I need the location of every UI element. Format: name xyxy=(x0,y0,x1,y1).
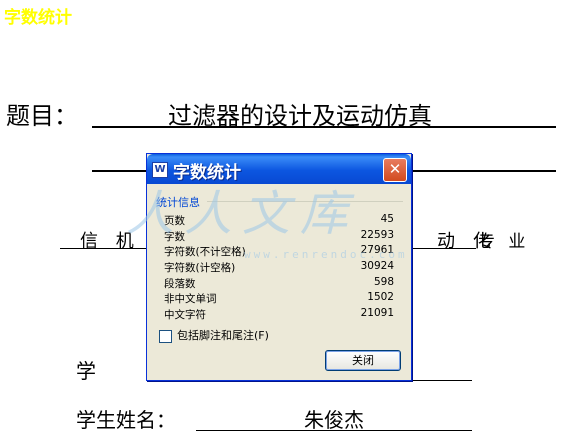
close-icon[interactable]: ✕ xyxy=(383,158,407,182)
stat-row-words: 字数 22593 xyxy=(164,229,394,245)
stat-value: 30924 xyxy=(360,260,394,273)
dialog-title: 字数统计 xyxy=(173,163,241,183)
stat-label: 字符数(计空格) xyxy=(164,262,236,275)
thesis-title-label: 题目： xyxy=(6,102,78,130)
group-divider xyxy=(207,201,403,202)
stat-label: 字符数(不计空格) xyxy=(164,246,246,259)
stat-row-chars-no-spaces: 字符数(不计空格) 27961 xyxy=(164,244,394,260)
stat-value: 21091 xyxy=(360,307,394,320)
stat-value: 598 xyxy=(373,275,394,288)
statistics-list: 页数 45 字数 22593 字符数(不计空格) 27961 字符数(计空格) … xyxy=(164,213,394,323)
stat-value: 27961 xyxy=(360,244,394,257)
stat-row-pages: 页数 45 xyxy=(164,213,394,229)
dialog-titlebar[interactable]: W 字数统计 ✕ xyxy=(147,154,411,184)
stat-label: 页数 xyxy=(164,215,185,227)
title-underline xyxy=(92,126,556,128)
word-app-icon: W xyxy=(152,162,168,178)
stat-value: 22593 xyxy=(360,228,394,241)
student-name-value: 朱俊杰 xyxy=(304,408,364,432)
stat-row-paragraphs: 段落数 598 xyxy=(164,276,394,292)
word-count-dialog: W 字数统计 ✕ 统计信息 页数 45 字数 22593 字符数(不计空格) 2… xyxy=(146,153,412,381)
include-footnotes-label: 包括脚注和尾注(F) xyxy=(177,329,269,342)
stat-label: 字数 xyxy=(164,230,185,243)
student-underline xyxy=(410,380,472,381)
name-underline xyxy=(196,430,472,431)
student-name-label: 学生姓名： xyxy=(76,408,176,432)
stat-label: 非中文单词 xyxy=(164,293,217,306)
stat-row-chars-with-spaces: 字符数(计空格) 30924 xyxy=(164,260,394,276)
major-text-left: 信 机 xyxy=(80,231,140,252)
stat-value: 45 xyxy=(380,213,394,225)
include-footnotes-option[interactable]: 包括脚注和尾注(F) xyxy=(159,327,269,343)
stat-row-chinese-chars: 中文字符 21091 xyxy=(164,307,394,323)
document-top-title: 字数统计 xyxy=(4,8,72,28)
major-suffix: 专 业 xyxy=(478,232,530,252)
statistics-group-label: 统计信息 xyxy=(156,196,200,209)
student-field-prefix: 学 xyxy=(76,359,96,383)
stat-value: 1502 xyxy=(367,291,394,304)
stat-row-non-chinese-words: 非中文单词 1502 xyxy=(164,291,394,307)
stat-label: 中文字符 xyxy=(164,309,206,322)
include-footnotes-checkbox[interactable] xyxy=(159,329,172,343)
close-button[interactable]: 关闭 xyxy=(325,350,401,371)
stat-label: 段落数 xyxy=(164,277,196,290)
